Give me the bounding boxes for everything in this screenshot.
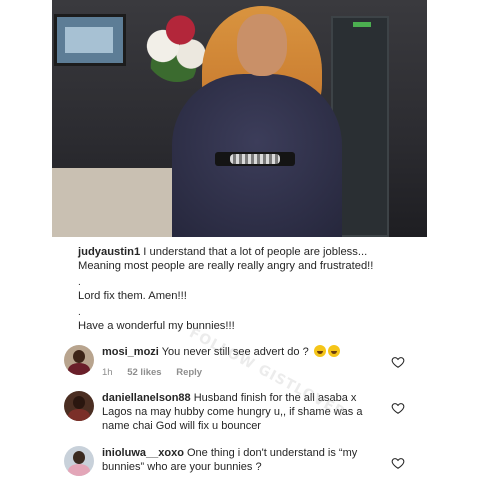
woman-face [237,14,287,76]
comment-username[interactable]: daniellanelson88 [102,392,191,404]
caption-line-2: Meaning most people are really really an… [78,260,374,272]
heart-outline-icon[interactable] [391,355,405,369]
caption-line-1: I understand that a lot of people are jo… [143,246,368,258]
caption-line-4: Have a wonderful my bunnies!!! [78,320,235,332]
avatar[interactable] [64,391,94,421]
caption-dot: . [78,277,81,288]
post-photo[interactable] [52,0,427,237]
laughing-tears-icon [313,345,326,357]
comment-username[interactable]: inioluwa__xoxo [102,447,184,459]
belt-buckle [230,154,280,164]
comment-time: 1h [102,367,113,378]
cabinet-background [52,168,172,237]
heart-outline-icon[interactable] [391,401,405,415]
caption-dot: . [78,307,81,318]
comment-username[interactable]: mosi_mozi [102,346,159,358]
tv-background [54,14,126,66]
comment-meta: 1h 52 likes Reply [102,367,214,378]
laughing-tears-icon [327,345,340,357]
caption-line-3: Lord fix them. Amen!!! [78,290,187,302]
post-caption: judyaustin1 I understand that a lot of p… [78,245,418,339]
reply-button[interactable]: Reply [176,367,202,378]
caption-username[interactable]: judyaustin1 [78,246,140,258]
comment-likes[interactable]: 52 likes [127,367,161,378]
door-light [353,22,371,27]
avatar[interactable] [64,446,94,476]
heart-outline-icon[interactable] [391,456,405,470]
comment-text: inioluwa__xoxo One thing i don't underst… [102,446,387,474]
avatar[interactable] [64,345,94,375]
